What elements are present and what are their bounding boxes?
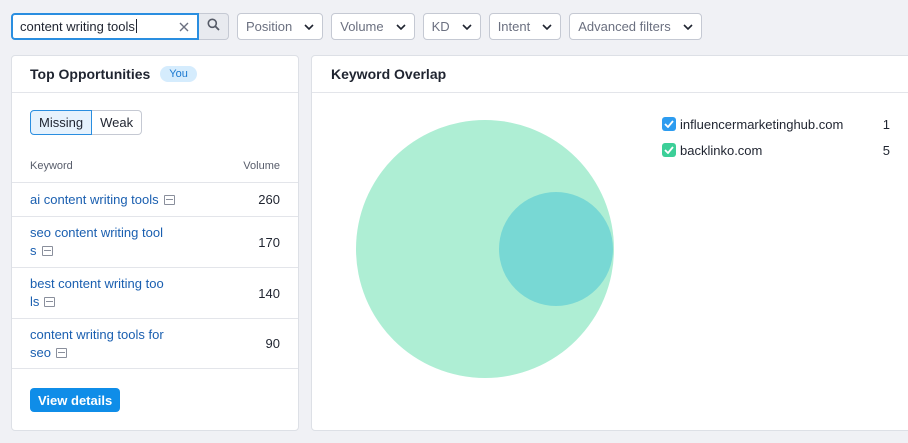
search-input-value[interactable]: content writing tools: [20, 19, 177, 34]
keyword-link[interactable]: best content writing tools: [30, 275, 166, 311]
keyword-link[interactable]: seo content writing tools: [30, 224, 166, 260]
volume-filter[interactable]: Volume: [331, 13, 415, 40]
position-filter[interactable]: Position: [237, 13, 324, 40]
legend-item: backlinko.com 5: [662, 137, 890, 163]
chevron-down-icon: [304, 23, 314, 30]
check-icon: [664, 120, 674, 128]
serp-features-icon[interactable]: [55, 347, 67, 358]
keyword-link[interactable]: ai content writing tools: [30, 191, 175, 209]
top-opportunities-card: Top Opportunities You Missing Weak Keywo…: [11, 55, 299, 431]
intent-filter[interactable]: Intent: [488, 13, 562, 40]
intent-filter-label: Intent: [497, 19, 531, 34]
volume-value: 260: [258, 192, 280, 207]
domain-checkbox[interactable]: [662, 143, 676, 157]
domain-checkbox[interactable]: [662, 117, 676, 131]
search-icon: [207, 18, 220, 36]
table-header: Keyword Volume: [30, 160, 280, 172]
volume-column-header: Volume: [243, 160, 280, 172]
tab-weak[interactable]: Weak: [92, 110, 143, 135]
top-opportunities-title: Top Opportunities: [30, 66, 151, 82]
table-row: ai content writing tools 260: [12, 182, 298, 216]
missing-weak-toggle: Missing Weak: [30, 110, 143, 135]
volume-value: 170: [258, 234, 280, 250]
kd-filter-label: KD: [431, 19, 450, 34]
table-row: content writing tools for seo 90: [12, 318, 298, 369]
search-button[interactable]: [199, 13, 229, 40]
clear-icon[interactable]: [177, 20, 191, 34]
chevron-down-icon: [396, 23, 406, 30]
venn-legend: influencermarketinghub.com 1 backlinko.c…: [662, 111, 890, 163]
domain-count: 5: [882, 142, 890, 158]
advanced-filters-label: Advanced filters: [578, 19, 671, 34]
venn-diagram: [356, 120, 614, 378]
keyword-column-header: Keyword: [30, 160, 73, 172]
chevron-down-icon: [683, 23, 693, 30]
serp-features-icon[interactable]: [44, 297, 56, 307]
chevron-down-icon: [462, 23, 472, 30]
domain-name: backlinko.com: [680, 142, 763, 158]
view-details-button[interactable]: View details: [30, 388, 121, 412]
search-group: content writing tools: [11, 13, 229, 40]
chevron-down-icon: [542, 23, 552, 30]
keyword-overlap-header: Keyword Overlap: [312, 56, 908, 93]
keyword-overlap-card: Keyword Overlap influencermarketinghub.c…: [311, 55, 908, 431]
table-row: seo content writing tools 170: [12, 216, 298, 267]
advanced-filters[interactable]: Advanced filters: [569, 13, 702, 40]
serp-features-icon[interactable]: [163, 194, 175, 205]
volume-value: 90: [265, 336, 280, 351]
domain-count: 1: [882, 116, 890, 132]
you-badge: You: [160, 66, 197, 82]
keyword-table: ai content writing tools 260 seo content…: [12, 182, 298, 369]
position-filter-label: Position: [246, 19, 293, 34]
keyword-overlap-title: Keyword Overlap: [331, 66, 447, 82]
volume-value: 140: [258, 285, 280, 301]
top-opportunities-header: Top Opportunities You: [12, 56, 298, 93]
domain-name: influencermarketinghub.com: [680, 116, 844, 132]
kd-filter[interactable]: KD: [422, 13, 481, 40]
tab-missing[interactable]: Missing: [30, 110, 93, 135]
filter-bar: content writing tools Position Volume KD…: [11, 13, 702, 40]
check-icon: [664, 146, 674, 154]
table-row: best content writing tools 140: [12, 267, 298, 318]
influencermarketinghub-circle[interactable]: [499, 192, 613, 306]
serp-features-icon[interactable]: [41, 246, 53, 256]
keyword-link[interactable]: content writing tools for seo: [30, 326, 166, 362]
legend-item: influencermarketinghub.com 1: [662, 111, 890, 137]
volume-filter-label: Volume: [340, 19, 384, 34]
search-input[interactable]: content writing tools: [11, 13, 199, 40]
